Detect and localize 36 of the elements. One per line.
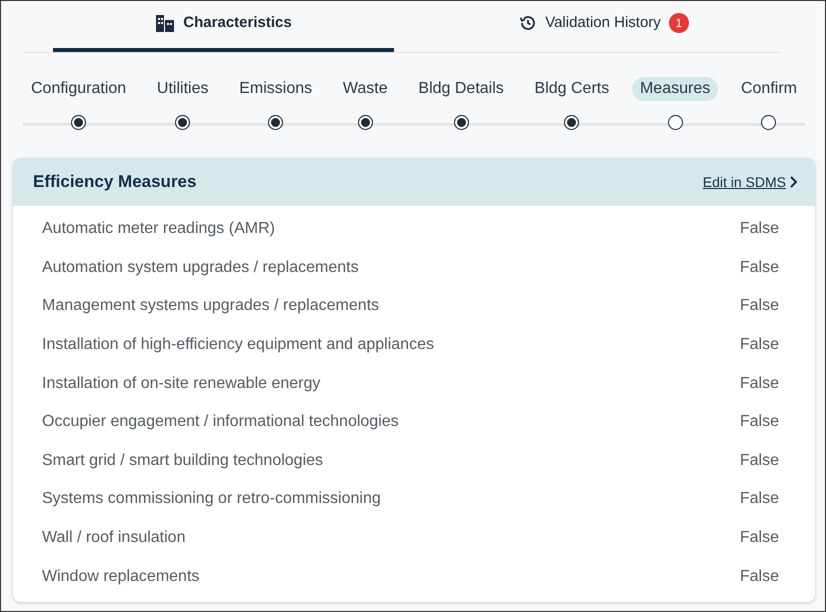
tab[interactable]: Validation History 1 bbox=[394, 1, 814, 52]
measure-label: Management systems upgrades / replacements bbox=[42, 297, 380, 316]
measure-label: Smart grid / smart building technologies bbox=[42, 452, 324, 470]
step-tab[interactable]: Measures bbox=[632, 77, 718, 101]
measure-label: Wall / roof insulation bbox=[42, 529, 186, 548]
step-tab[interactable]: Configuration bbox=[23, 77, 134, 101]
measure-value: False bbox=[740, 220, 779, 238]
step-tab[interactable]: Utilities bbox=[148, 77, 216, 101]
step-tab[interactable]: Bldg Details bbox=[410, 77, 512, 101]
measure-value: False bbox=[740, 529, 779, 548]
step-tab[interactable]: Waste bbox=[334, 77, 396, 101]
measure-value: False bbox=[740, 258, 779, 277]
notification-badge: 1 bbox=[668, 12, 689, 32]
measure-value: False bbox=[740, 297, 779, 316]
edit-link[interactable]: Edit in SDMS bbox=[702, 174, 797, 190]
tab[interactable]: Characteristics bbox=[53, 1, 394, 52]
measure-label: Automation system upgrades / replacements bbox=[42, 258, 359, 277]
measure-value: False bbox=[740, 336, 779, 354]
chevron-icon bbox=[789, 176, 797, 188]
measure-value: False bbox=[740, 413, 779, 432]
measure-label: Occupier engagement / informational technologies bbox=[42, 413, 399, 432]
measure-label: Systems commissioning or retro-commissioning bbox=[42, 490, 381, 508]
step-tab[interactable]: Bldg Certs bbox=[526, 77, 618, 101]
measure-value: False bbox=[740, 568, 779, 586]
measure-label: Installation of high-efficiency equipment and appliances bbox=[42, 336, 434, 354]
measure-label: Installation of on-site renewable energy bbox=[42, 374, 320, 393]
building-icon bbox=[155, 14, 176, 32]
history-icon bbox=[519, 14, 538, 32]
measure-value: False bbox=[740, 374, 779, 393]
measure-label: Automatic meter readings (AMR) bbox=[42, 220, 275, 238]
step-tab[interactable]: Confirm bbox=[732, 77, 805, 101]
measure-value: False bbox=[740, 490, 779, 508]
measure-label: Window replacements bbox=[42, 568, 200, 586]
measure-value: False bbox=[740, 452, 779, 470]
card-title: Efficiency Measures bbox=[33, 172, 196, 192]
step-tab[interactable]: Emissions bbox=[231, 77, 320, 101]
